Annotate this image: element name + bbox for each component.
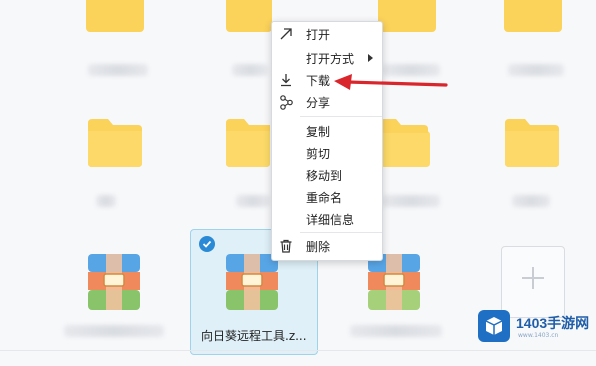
folder-tile[interactable] — [226, 0, 272, 34]
archive-file-tile — [226, 254, 278, 310]
selected-file-name: 向日葵远程工具.z... — [201, 329, 307, 343]
annotation-arrow — [334, 74, 448, 90]
folder-icon — [380, 119, 430, 167]
menu-item-label: 剪切 — [306, 146, 331, 161]
file-label — [350, 325, 442, 337]
folder-icon — [504, 0, 562, 32]
menu-item-label: 下载 — [306, 73, 331, 88]
watermark: 1403手游网 www.1403.cn — [478, 306, 594, 346]
menu-item-label: 重命名 — [306, 190, 343, 205]
archive-icon — [368, 254, 420, 310]
menu-item-copy[interactable]: 复制 — [272, 120, 382, 142]
folder-icon — [505, 119, 559, 167]
folder-tile[interactable] — [380, 119, 430, 167]
menu-divider — [300, 116, 382, 117]
file-label — [96, 195, 116, 207]
menu-item-rename[interactable]: 重命名 — [272, 186, 382, 208]
file-label — [236, 195, 270, 207]
folder-icon — [378, 0, 436, 32]
menu-item-label: 移动到 — [306, 168, 343, 183]
menu-item-move-to[interactable]: 移动到 — [272, 164, 382, 186]
watermark-url: www.1403.cn — [518, 332, 559, 339]
folder-icon — [226, 119, 270, 167]
menu-item-label: 删除 — [306, 239, 331, 254]
file-label — [88, 64, 148, 76]
menu-item-label: 复制 — [306, 124, 331, 139]
menu-item-open-with[interactable]: 打开方式 — [272, 47, 382, 69]
folder-tile[interactable] — [86, 117, 144, 167]
menu-item-label: 分享 — [306, 95, 331, 110]
context-menu: 打开 打开方式 下载 分享 复制 剪切 移动到 重命名 详细信息 删除 — [271, 21, 383, 261]
file-label — [508, 64, 564, 76]
archive-file-tile[interactable] — [88, 254, 140, 310]
folder-tile[interactable] — [503, 117, 561, 167]
trash-icon — [280, 239, 292, 253]
open-arrow-icon — [280, 28, 292, 40]
archive-icon — [88, 254, 140, 310]
folder-icon — [88, 119, 142, 167]
folder-icon — [86, 0, 144, 32]
folder-tile[interactable] — [378, 0, 436, 34]
download-icon — [281, 74, 291, 87]
folder-icon — [226, 0, 272, 32]
menu-item-label: 打开方式 — [306, 51, 355, 66]
selected-check-icon[interactable] — [199, 236, 215, 252]
share-icon — [280, 95, 293, 110]
file-label — [382, 195, 440, 207]
menu-item-cut[interactable]: 剪切 — [272, 142, 382, 164]
file-label — [512, 195, 550, 207]
submenu-arrow-icon — [368, 54, 373, 62]
file-label — [232, 64, 268, 76]
folder-tile[interactable] — [504, 0, 562, 34]
menu-item-open[interactable]: 打开 — [272, 23, 382, 45]
menu-item-details[interactable]: 详细信息 — [272, 208, 382, 230]
menu-item-label: 打开 — [306, 27, 331, 42]
folder-tile[interactable] — [86, 0, 144, 34]
brand-logo-icon — [478, 310, 510, 342]
menu-divider — [300, 232, 382, 233]
menu-item-delete[interactable]: 删除 — [272, 235, 382, 257]
archive-icon — [226, 254, 278, 310]
file-label — [64, 325, 164, 337]
watermark-brand: 1403手游网 — [516, 315, 590, 331]
divider — [0, 350, 596, 351]
menu-item-label: 详细信息 — [306, 212, 355, 227]
archive-file-tile[interactable] — [368, 254, 420, 310]
folder-tile[interactable] — [224, 117, 272, 167]
